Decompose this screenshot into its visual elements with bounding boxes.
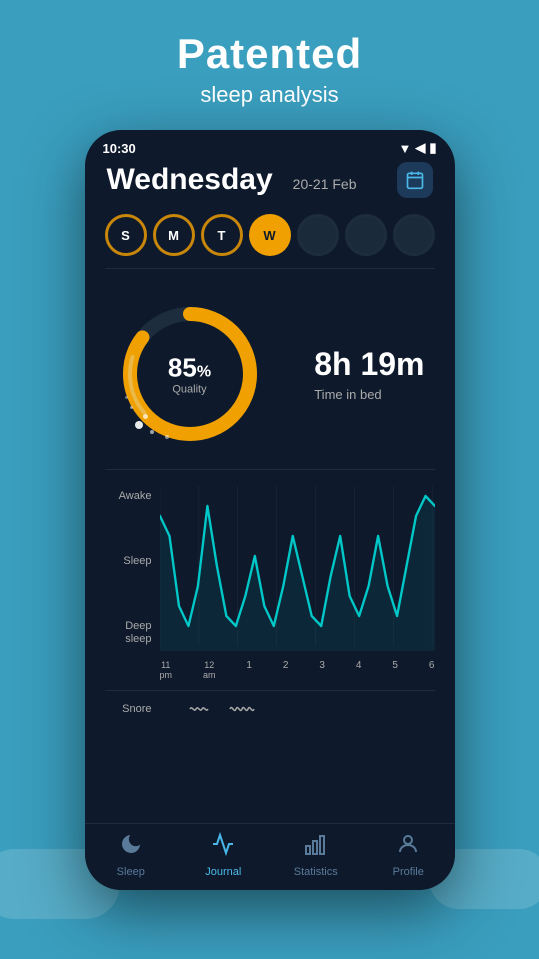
snore-wave: [160, 699, 435, 719]
day-circle-m[interactable]: M: [153, 214, 195, 256]
main-subtitle: sleep analysis: [20, 82, 519, 108]
nav-label-journal: Journal: [205, 866, 241, 878]
calendar-button[interactable]: [397, 162, 433, 198]
time-5: 5: [392, 660, 398, 680]
y-label-deep-sleep: Deepsleep: [105, 620, 160, 646]
day-circle-f[interactable]: F: [345, 214, 387, 256]
day-circle-s1[interactable]: S: [105, 214, 147, 256]
y-label-awake: Awake: [105, 490, 160, 503]
date-range: 20-21 Feb: [293, 176, 357, 192]
time-in-bed-label: Time in bed: [314, 387, 424, 402]
y-label-sleep: Sleep: [105, 555, 160, 568]
snore-row: Snore: [105, 691, 435, 727]
day-circle-w[interactable]: W: [249, 214, 291, 256]
time-labels-row: 11 pm 12 am 1 2 3 4 5 6: [105, 660, 435, 680]
nav-item-journal[interactable]: Journal: [177, 832, 270, 878]
time-12am: 12 am: [203, 660, 216, 680]
bar-chart-icon: [304, 832, 328, 862]
sleep-chart-section: Awake Sleep Deepsleep: [105, 470, 435, 691]
quality-percent: 85%: [168, 353, 211, 384]
time-3: 3: [319, 660, 325, 680]
quality-label: Quality: [168, 384, 211, 396]
nav-item-profile[interactable]: Profile: [362, 832, 455, 878]
day-header: Wednesday 20-21 Feb: [105, 162, 435, 198]
header-section: Patented sleep analysis: [0, 0, 539, 128]
status-icons: ▼ ◀ ▮: [398, 140, 436, 156]
time-in-bed: 8h 19m: [314, 346, 424, 383]
donut-chart: 85% Quality: [115, 299, 265, 449]
time-1: 1: [246, 660, 252, 680]
person-icon: [396, 832, 420, 862]
status-bar: 10:30 ▼ ◀ ▮: [85, 130, 455, 162]
phone-content: Wednesday 20-21 Feb S M T: [85, 162, 455, 727]
sleep-quality-section: 85% Quality 8h 19m Time in bed: [105, 289, 435, 470]
nav-label-statistics: Statistics: [294, 866, 338, 878]
snore-label: Snore: [105, 703, 160, 715]
main-title: Patented: [20, 30, 519, 78]
signal-icon: ◀: [415, 140, 425, 156]
battery-icon: ▮: [429, 140, 436, 156]
nav-item-sleep[interactable]: Sleep: [85, 832, 178, 878]
sleep-info: 8h 19m Time in bed: [314, 346, 424, 402]
pulse-icon: [211, 832, 235, 862]
day-circle-t2[interactable]: T: [297, 214, 339, 256]
time-labels: 11 pm 12 am 1 2 3 4 5 6: [160, 660, 435, 680]
time-11pm: 11 pm: [160, 660, 173, 680]
day-title: Wednesday: [107, 163, 273, 197]
nav-item-statistics[interactable]: Statistics: [270, 832, 363, 878]
nav-label-sleep: Sleep: [117, 866, 145, 878]
time-4: 4: [356, 660, 362, 680]
status-time: 10:30: [103, 141, 136, 156]
nav-label-profile: Profile: [393, 866, 424, 878]
moon-icon: [119, 832, 143, 862]
time-6: 6: [429, 660, 435, 680]
sleep-chart-area: [160, 486, 435, 656]
week-days: S M T W T F S: [105, 214, 435, 269]
phone-frame: 10:30 ▼ ◀ ▮ Wednesday 20-21 Feb: [85, 130, 455, 890]
wifi-icon: ▼: [398, 141, 411, 156]
donut-center: 85% Quality: [168, 353, 211, 396]
bottom-nav: Sleep Journal Statistics: [85, 823, 455, 890]
day-circle-s2[interactable]: S: [393, 214, 435, 256]
day-circle-t1[interactable]: T: [201, 214, 243, 256]
time-2: 2: [283, 660, 289, 680]
